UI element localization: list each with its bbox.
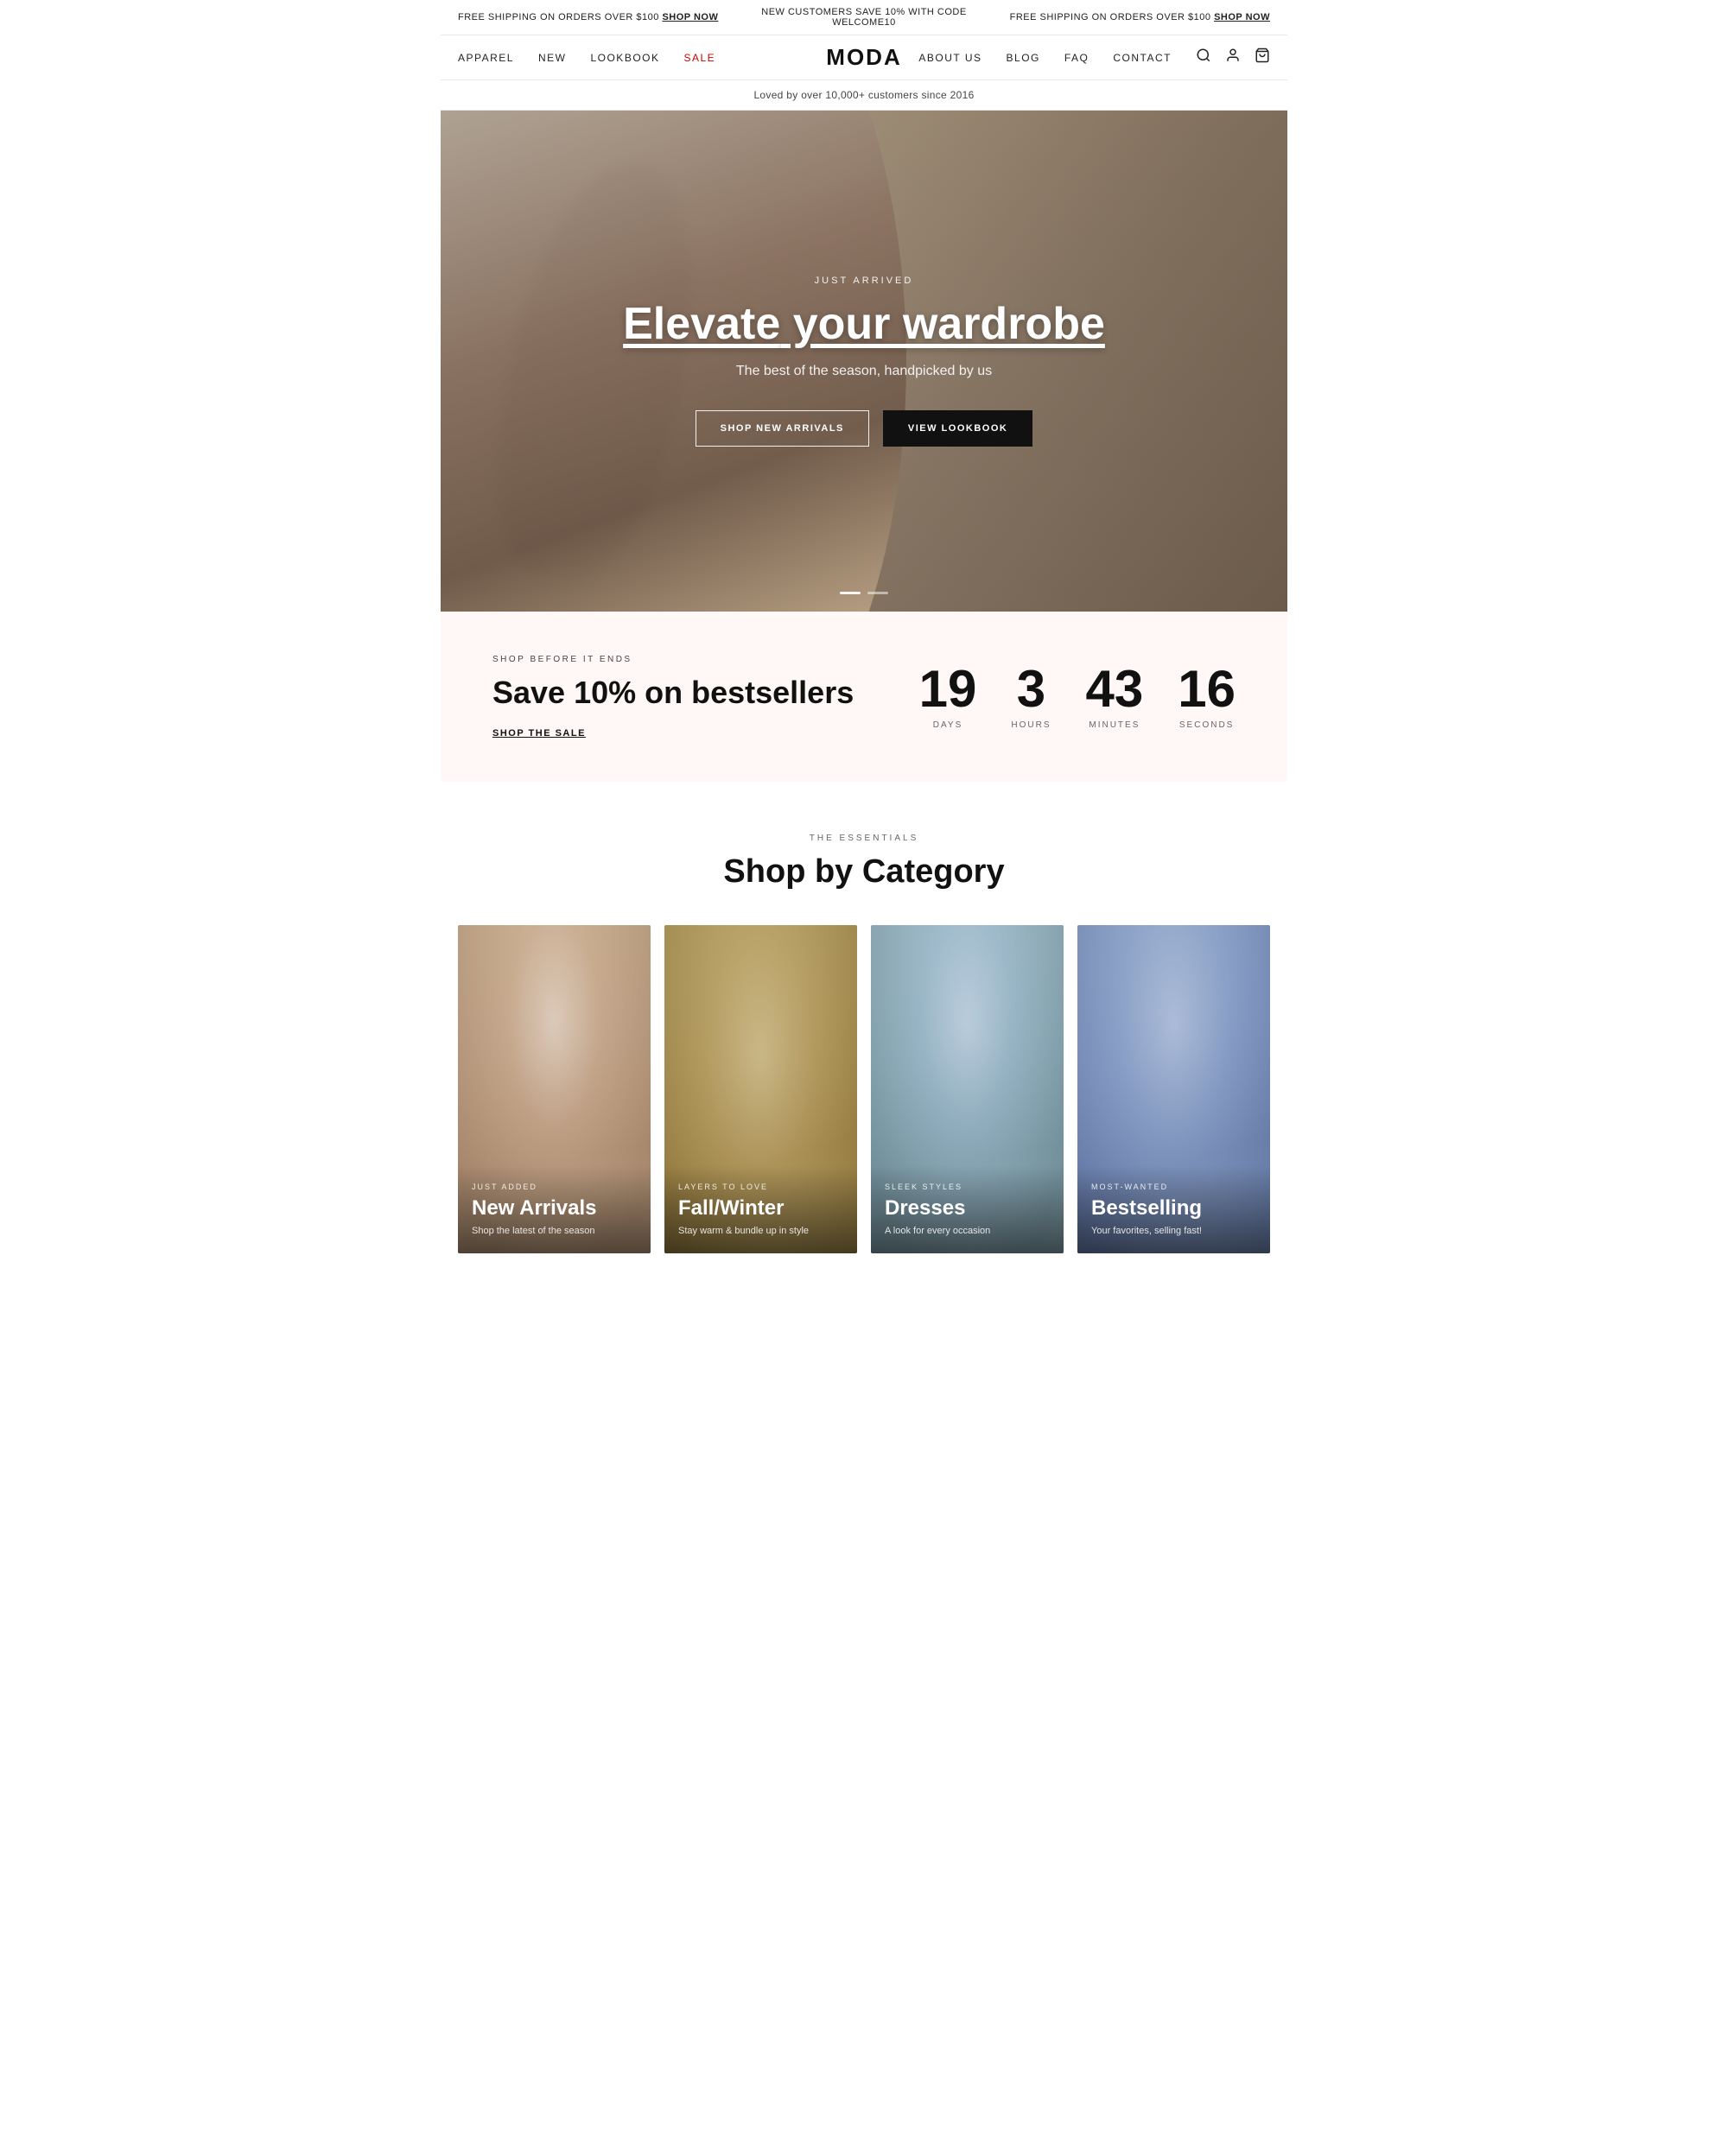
site-logo[interactable]: MODA bbox=[826, 44, 901, 71]
category-card-fall-winter[interactable]: LAYERS TO LOVE Fall/Winter Stay warm & b… bbox=[664, 925, 857, 1253]
sale-banner: SHOP BEFORE IT ENDS Save 10% on bestsell… bbox=[441, 612, 1287, 782]
shop-new-arrivals-button[interactable]: SHOP NEW ARRIVALS bbox=[696, 410, 869, 447]
cat-overlay-1: JUST ADDED New Arrivals Shop the latest … bbox=[458, 1165, 651, 1253]
cat-name-3: Dresses bbox=[885, 1196, 1050, 1221]
timer-hours-label: HOURS bbox=[1011, 720, 1051, 730]
timer-hours-number: 3 bbox=[1011, 663, 1051, 715]
hero-dot-1[interactable] bbox=[840, 592, 861, 594]
hero-dot-2[interactable] bbox=[867, 592, 888, 594]
cat-desc-1: Shop the latest of the season bbox=[472, 1226, 637, 1236]
hero-eyebrow: JUST ARRIVED bbox=[623, 276, 1105, 286]
cat-overlay-3: SLEEK STYLES Dresses A look for every oc… bbox=[871, 1165, 1064, 1253]
sale-timer: 19 DAYS 3 HOURS 43 MINUTES 16 SECONDS bbox=[919, 663, 1236, 730]
sub-banner: Loved by over 10,000+ customers since 20… bbox=[441, 80, 1287, 111]
sale-left: SHOP BEFORE IT ENDS Save 10% on bestsell… bbox=[492, 655, 854, 739]
timer-minutes-number: 43 bbox=[1086, 663, 1144, 715]
cat-overlay-4: MOST-WANTED Bestselling Your favorites, … bbox=[1077, 1165, 1270, 1253]
timer-seconds-number: 16 bbox=[1178, 663, 1236, 715]
hero-title-underline: Elevate bbox=[623, 299, 780, 349]
category-card-bestselling[interactable]: MOST-WANTED Bestselling Your favorites, … bbox=[1077, 925, 1270, 1253]
nav-left-links: APPAREL NEW LOOKBOOK SALE bbox=[458, 52, 715, 64]
cat-eyebrow-4: MOST-WANTED bbox=[1091, 1183, 1256, 1191]
hero-buttons: SHOP NEW ARRIVALS VIEW LOOKBOOK bbox=[623, 410, 1105, 447]
categories-title: Shop by Category bbox=[458, 853, 1270, 891]
hero-dots bbox=[840, 592, 888, 594]
nav-contact[interactable]: CONTACT bbox=[1113, 52, 1172, 64]
search-icon[interactable] bbox=[1196, 48, 1211, 67]
shop-now-right[interactable]: SHOP NOW bbox=[1214, 12, 1270, 22]
view-lookbook-button[interactable]: VIEW LOOKBOOK bbox=[883, 410, 1032, 447]
cat-eyebrow-3: SLEEK STYLES bbox=[885, 1183, 1050, 1191]
category-section: THE ESSENTIALS Shop by Category JUST ADD… bbox=[441, 782, 1287, 1288]
announcement-right: FREE SHIPPING ON ORDERS OVER $100 SHOP N… bbox=[1000, 12, 1270, 22]
timer-days: 19 DAYS bbox=[919, 663, 977, 730]
nav-right-links: ABOUT US BLOG FAQ CONTACT bbox=[918, 52, 1172, 64]
cat-name-4: Bestselling bbox=[1091, 1196, 1256, 1221]
cat-desc-4: Your favorites, selling fast! bbox=[1091, 1226, 1256, 1236]
cat-eyebrow-1: JUST ADDED bbox=[472, 1183, 637, 1191]
hero-subtitle: The best of the season, handpicked by us bbox=[623, 364, 1105, 379]
category-card-dresses[interactable]: SLEEK STYLES Dresses A look for every oc… bbox=[871, 925, 1064, 1253]
hero-content: JUST ARRIVED Elevate your wardrobe The b… bbox=[606, 258, 1122, 463]
nav-about[interactable]: ABOUT US bbox=[918, 52, 982, 64]
cat-eyebrow-2: LAYERS TO LOVE bbox=[678, 1183, 843, 1191]
nav-faq[interactable]: FAQ bbox=[1064, 52, 1090, 64]
cat-overlay-2: LAYERS TO LOVE Fall/Winter Stay warm & b… bbox=[664, 1165, 857, 1253]
hero-section: JUST ARRIVED Elevate your wardrobe The b… bbox=[441, 111, 1287, 612]
categories-eyebrow: THE ESSENTIALS bbox=[458, 834, 1270, 843]
category-grid: JUST ADDED New Arrivals Shop the latest … bbox=[458, 925, 1270, 1253]
cat-name-1: New Arrivals bbox=[472, 1196, 637, 1221]
shop-the-sale-link[interactable]: SHOP THE SALE bbox=[492, 728, 854, 739]
cat-desc-3: A look for every occasion bbox=[885, 1226, 1050, 1236]
announcement-bar: FREE SHIPPING ON ORDERS OVER $100 SHOP N… bbox=[441, 0, 1287, 35]
sale-title: Save 10% on bestsellers bbox=[492, 675, 854, 711]
timer-minutes-label: MINUTES bbox=[1086, 720, 1144, 730]
main-nav: APPAREL NEW LOOKBOOK SALE MODA ABOUT US … bbox=[441, 35, 1287, 80]
shop-now-left[interactable]: SHOP NOW bbox=[662, 12, 718, 22]
timer-days-label: DAYS bbox=[919, 720, 977, 730]
cart-icon[interactable] bbox=[1255, 48, 1270, 67]
announcement-left: FREE SHIPPING ON ORDERS OVER $100 SHOP N… bbox=[458, 12, 728, 22]
timer-days-number: 19 bbox=[919, 663, 977, 715]
timer-minutes: 43 MINUTES bbox=[1086, 663, 1144, 730]
account-icon[interactable] bbox=[1225, 48, 1241, 67]
timer-seconds: 16 SECONDS bbox=[1178, 663, 1236, 730]
nav-lookbook[interactable]: LOOKBOOK bbox=[590, 52, 659, 64]
announcement-center: NEW CUSTOMERS SAVE 10% WITH CODE WELCOME… bbox=[728, 7, 999, 28]
nav-new[interactable]: NEW bbox=[538, 52, 567, 64]
nav-apparel[interactable]: APPAREL bbox=[458, 52, 514, 64]
hero-title: Elevate your wardrobe bbox=[623, 300, 1105, 349]
timer-hours: 3 HOURS bbox=[1011, 663, 1051, 730]
category-card-new-arrivals[interactable]: JUST ADDED New Arrivals Shop the latest … bbox=[458, 925, 651, 1253]
nav-sale[interactable]: SALE bbox=[684, 52, 716, 64]
nav-icons bbox=[1196, 48, 1270, 67]
timer-seconds-label: SECONDS bbox=[1178, 720, 1236, 730]
cat-desc-2: Stay warm & bundle up in style bbox=[678, 1226, 843, 1236]
cat-name-2: Fall/Winter bbox=[678, 1196, 843, 1221]
hero-title-rest: your wardrobe bbox=[780, 299, 1105, 349]
nav-blog[interactable]: BLOG bbox=[1007, 52, 1040, 64]
sale-eyebrow: SHOP BEFORE IT ENDS bbox=[492, 655, 854, 664]
